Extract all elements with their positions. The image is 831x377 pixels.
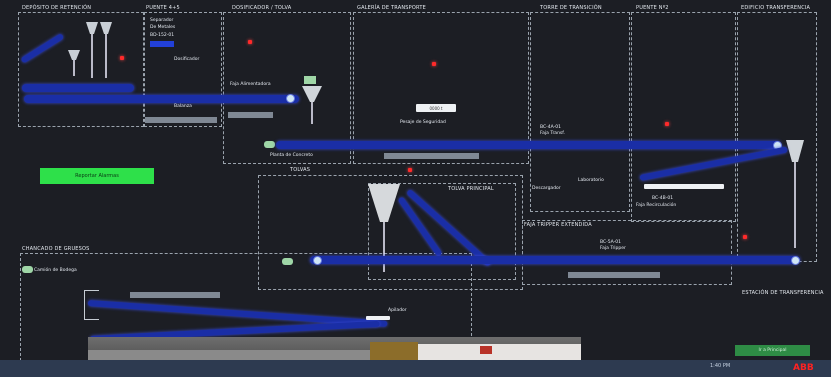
balanza-label: Balanza [174, 104, 192, 109]
conveyor-main-top[interactable] [24, 95, 299, 103]
alarm-icon[interactable] [743, 235, 747, 239]
status-led-icon [264, 141, 275, 148]
alarm-icon[interactable] [665, 122, 669, 126]
tower-hopper-icon[interactable] [786, 140, 806, 250]
conv-id-3: BC-5A-01 [600, 240, 621, 245]
area-title-puente2: Puente Nº2 [636, 5, 669, 11]
field-gray-1 [145, 117, 217, 123]
roller-icon [791, 256, 800, 265]
status-led-icon [282, 258, 293, 265]
area-title-tolva-inner: Tolva Principal [448, 186, 494, 192]
field-gray-4 [568, 272, 660, 278]
recirc-pill [644, 184, 724, 189]
area-title-tolvas: Tolvas [290, 167, 311, 173]
area-title-retention: Depósito de Retención [22, 5, 92, 11]
conveyor-galeria[interactable] [276, 141, 781, 149]
photo-red-detail [480, 346, 492, 354]
hopper-icon[interactable] [76, 20, 116, 80]
area-title-faja-tripper: Faja Tripper Extendida [524, 222, 592, 228]
conv-id-1: BD-152-01 [150, 33, 175, 38]
area-title-puente: Puente 4+5 [146, 5, 180, 11]
stacker-pill [366, 316, 390, 320]
conveyor-lower[interactable] [310, 256, 800, 264]
conv-id-bc4b: BC-4B-01 [652, 196, 674, 201]
area-title-torre: Torre de Transición [540, 5, 602, 11]
abb-logo: ABB [793, 363, 814, 373]
area-title-dosificador: Dosificador / Tolva [232, 5, 292, 11]
taskbar [0, 360, 831, 377]
value-display: 0000 t [416, 104, 456, 112]
conv-name-1: Faja Alimentadora [230, 82, 271, 87]
hopper-small-icon[interactable] [66, 48, 82, 78]
main-menu-button[interactable]: Ir a Principal [735, 345, 810, 356]
field-gray-5 [130, 292, 220, 298]
planta-label: Planta de Concreto [270, 153, 313, 158]
separator-label: Separador [150, 18, 174, 23]
roller-icon [286, 94, 295, 103]
magnetic-label: De Metales [150, 25, 176, 30]
field-gray-2 [228, 112, 273, 118]
dosificador-hopper-icon[interactable] [300, 76, 324, 126]
report-alarms-button[interactable]: Reportar Alarmas [40, 168, 154, 184]
area-title-chancado: Chancado de Gruesos [22, 246, 90, 252]
dosificador-label: Dosificador [174, 57, 200, 62]
stacker-label: Apilador [388, 308, 407, 313]
area-puente2 [631, 12, 736, 222]
conveyor-tl[interactable] [22, 84, 134, 92]
field-gray-3 [384, 153, 479, 159]
roller-icon [313, 256, 322, 265]
laboratorio-label: Laboratorio [578, 178, 604, 183]
status-led-icon [22, 266, 33, 273]
pipe-outline [84, 290, 99, 320]
alarm-icon[interactable] [248, 40, 252, 44]
alarm-icon[interactable] [120, 56, 124, 60]
descargador-label: Descargador [532, 186, 561, 191]
alarm-icon[interactable] [432, 62, 436, 66]
area-title-estacion: Estación de Transferencia [742, 290, 824, 296]
pesaje-label: Pesaje de Seguridad [400, 120, 446, 125]
area-title-edificio: Edificio Transferencia [741, 5, 811, 11]
conv-id-2: BC-4A-01 [540, 125, 561, 130]
taskbar-clock[interactable]: 1:40 PM [710, 363, 730, 374]
camion-label: Camión de Bodega [34, 268, 77, 273]
faja-retorno-label: Faja Recirculación [636, 203, 677, 208]
alarm-icon[interactable] [408, 168, 412, 172]
conv-name-3: Faja Tripper [600, 246, 626, 251]
area-title-galeria: Galería de Transporte [357, 5, 426, 11]
blue-indicator [150, 41, 174, 47]
scada-screen: Depósito de Retención Puente 4+5 Dosific… [0, 0, 831, 377]
conv-name-2: Faja Transf. [540, 131, 565, 136]
